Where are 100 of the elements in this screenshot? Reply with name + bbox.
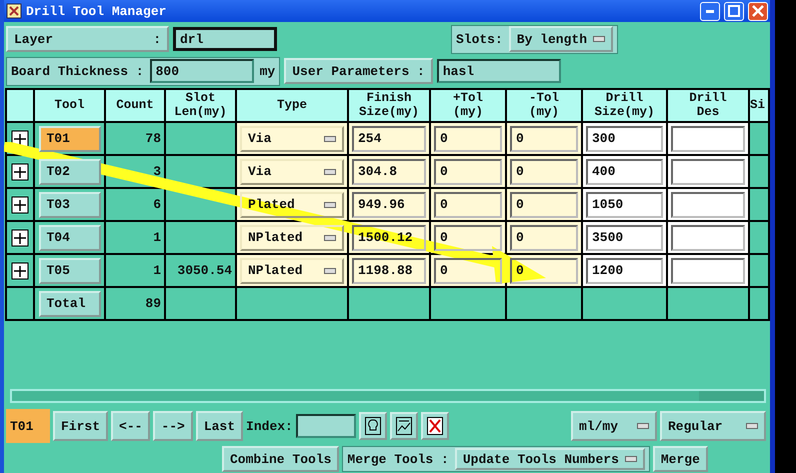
- mode-dropdown[interactable]: Regular: [660, 411, 766, 441]
- plus-box-icon[interactable]: [11, 228, 29, 246]
- column-header: -Tol (my): [507, 90, 581, 121]
- plus-tolerance-field[interactable]: 0: [434, 126, 502, 152]
- horizontal-scrollbar[interactable]: [10, 389, 766, 403]
- dropdown-caret-icon: [324, 234, 336, 240]
- merge-button[interactable]: Merge: [652, 446, 708, 472]
- finish-size-field[interactable]: 1198.88: [352, 258, 426, 284]
- minimize-button[interactable]: [700, 2, 720, 20]
- scrollbar-thumb[interactable]: [699, 391, 764, 401]
- column-header: Finish Size(my): [349, 90, 429, 121]
- table-cell: [750, 156, 768, 187]
- navigation-button[interactable]: Last: [196, 411, 244, 441]
- thickness-label: Board Thickness :: [11, 64, 144, 78]
- chart-icon: [396, 417, 412, 435]
- drill-size-field[interactable]: 300: [586, 126, 663, 152]
- tool-button[interactable]: T05: [38, 258, 100, 284]
- bulb-button[interactable]: [358, 412, 387, 440]
- thickness-field[interactable]: 800: [150, 59, 254, 83]
- finish-size-field[interactable]: 949.96: [352, 192, 426, 218]
- drill-size-field[interactable]: 1050: [586, 192, 663, 218]
- column-header: Slot Len(my): [166, 90, 235, 121]
- type-dropdown[interactable]: NPlated: [240, 224, 344, 250]
- dropdown-caret-icon: [746, 423, 758, 429]
- column-header: Tool: [35, 90, 104, 121]
- dropdown-caret-icon: [324, 168, 336, 174]
- column-header: Drill Size(my): [583, 90, 666, 121]
- navigation-button[interactable]: First: [53, 411, 108, 441]
- table-cell: [166, 288, 235, 319]
- merge-tools-label: Merge Tools :: [347, 452, 449, 466]
- plus-box-icon[interactable]: [11, 196, 29, 214]
- table-cell: [166, 222, 235, 253]
- unit-label: my: [260, 64, 276, 78]
- tool-button[interactable]: T03: [38, 192, 100, 218]
- units-dropdown[interactable]: ml/my: [571, 411, 657, 441]
- total-count-text: 89: [145, 296, 161, 311]
- total-button[interactable]: Total: [38, 290, 100, 316]
- tool-button[interactable]: T02: [38, 158, 100, 184]
- dropdown-caret-icon: [624, 456, 637, 462]
- table-cell: [750, 255, 768, 286]
- layer-button[interactable]: Layer :: [6, 26, 169, 52]
- navigation-button[interactable]: <--: [111, 411, 150, 441]
- plus-box-icon[interactable]: [11, 262, 29, 280]
- layer-field[interactable]: drl: [173, 27, 277, 51]
- dropdown-caret-icon: [593, 36, 605, 42]
- slots-dropdown[interactable]: By length: [508, 26, 613, 52]
- slots-label: Slots:: [456, 32, 503, 46]
- table-cell: [750, 222, 768, 253]
- table-cell: [7, 288, 33, 319]
- close-icon: [752, 5, 764, 17]
- minus-tolerance-field[interactable]: 0: [510, 224, 578, 250]
- column-header: Type: [237, 90, 347, 121]
- delete-icon: [426, 417, 443, 435]
- plus-tolerance-field[interactable]: 0: [434, 158, 502, 184]
- minus-tolerance-field[interactable]: 0: [510, 126, 578, 152]
- minus-tolerance-field[interactable]: 0: [510, 192, 578, 218]
- close-button[interactable]: [748, 2, 768, 20]
- minus-tolerance-field[interactable]: 0: [510, 258, 578, 284]
- window-title: Drill Tool Manager: [26, 4, 168, 18]
- user-parameters-field[interactable]: hasl: [436, 59, 561, 83]
- finish-size-field[interactable]: 304.8: [352, 158, 426, 184]
- index-label: Index:: [246, 418, 293, 434]
- type-dropdown[interactable]: Via: [240, 126, 344, 152]
- delete-button[interactable]: [420, 412, 449, 440]
- tool-button[interactable]: T04: [38, 224, 100, 250]
- current-tool-label: T01: [6, 409, 50, 443]
- type-dropdown[interactable]: NPlated: [240, 258, 344, 284]
- type-dropdown[interactable]: Via: [240, 158, 344, 184]
- index-field[interactable]: [296, 414, 356, 438]
- finish-size-field[interactable]: 254: [352, 126, 426, 152]
- minus-tolerance-field[interactable]: 0: [510, 158, 578, 184]
- dropdown-caret-icon: [324, 202, 336, 208]
- dropdown-caret-icon: [637, 423, 649, 429]
- app-icon: [6, 3, 22, 19]
- combine-tools-button[interactable]: Combine Tools: [222, 446, 340, 472]
- minimize-icon: [706, 10, 714, 12]
- plus-tolerance-field[interactable]: 0: [434, 258, 502, 284]
- merge-mode-dropdown[interactable]: Update Tools Numbers: [454, 448, 645, 470]
- column-header: Drill Des: [668, 90, 748, 121]
- table-cell: [750, 123, 768, 154]
- count-text: 1: [153, 263, 161, 278]
- navigation-button[interactable]: -->: [153, 411, 193, 441]
- plus-tolerance-field[interactable]: 0: [434, 224, 502, 250]
- count-text: 78: [145, 131, 161, 146]
- drill-size-field[interactable]: 400: [586, 158, 663, 184]
- table-cell: [750, 288, 768, 319]
- lightbulb-icon: [364, 417, 381, 435]
- chart-button[interactable]: [390, 412, 418, 440]
- drill-size-field[interactable]: 1200: [586, 258, 663, 284]
- dropdown-caret-icon: [324, 136, 336, 142]
- column-header: +Tol (my): [431, 90, 505, 121]
- table-cell: [166, 156, 235, 187]
- plus-box-icon[interactable]: [11, 162, 29, 180]
- column-header: [7, 90, 33, 121]
- maximize-button[interactable]: [724, 2, 744, 20]
- tool-button[interactable]: T01: [38, 126, 100, 152]
- plus-tolerance-field[interactable]: 0: [434, 192, 502, 218]
- user-parameters-button[interactable]: User Parameters :: [284, 58, 433, 84]
- count-text: 3: [153, 164, 161, 179]
- drill-size-field[interactable]: 3500: [586, 224, 663, 250]
